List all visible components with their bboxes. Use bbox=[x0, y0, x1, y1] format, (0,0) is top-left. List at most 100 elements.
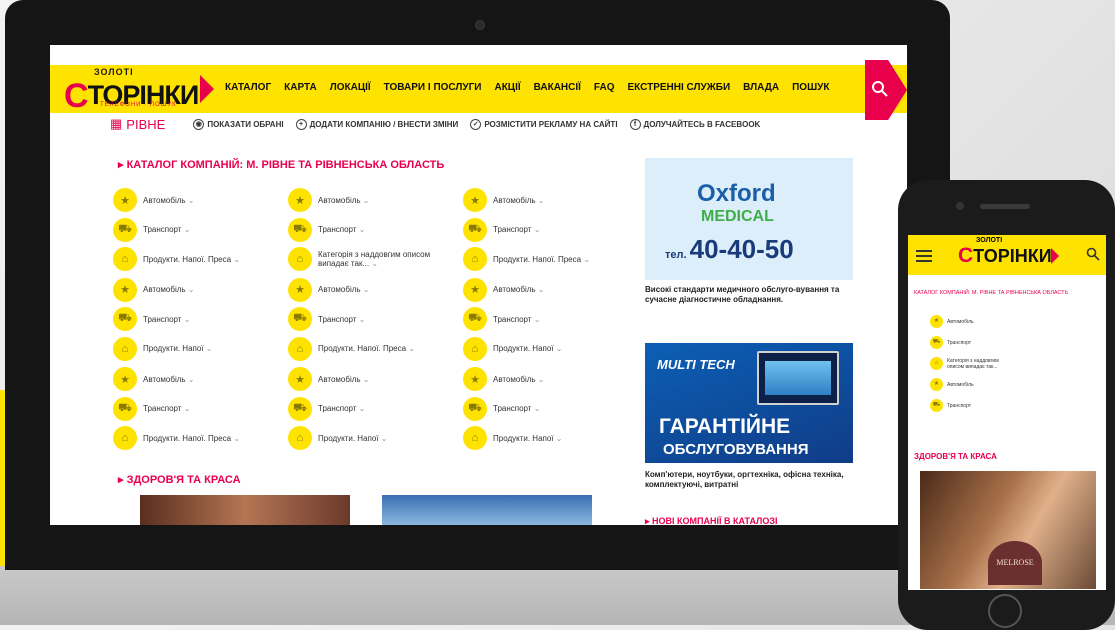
nav-government[interactable]: ВЛАДА bbox=[743, 82, 779, 93]
category-label: Продукти. Напої bbox=[318, 434, 387, 443]
ad2-line2: ОБСЛУГОВУВАННЯ bbox=[663, 441, 809, 458]
phone-category-item[interactable]: ⛟ Транспорт bbox=[930, 399, 971, 412]
hamburger-menu-icon[interactable] bbox=[916, 250, 932, 265]
nav-search[interactable]: ПОШУК bbox=[792, 82, 829, 93]
phone-category-icon: ⌂ bbox=[930, 357, 943, 370]
medical-brand: MEDICAL bbox=[701, 208, 774, 225]
category-icon: ⌂ bbox=[288, 247, 312, 271]
phone-logo[interactable]: СТОРІНКИ bbox=[958, 244, 1052, 268]
category-icon: ⌂ bbox=[463, 247, 487, 271]
computer-icon bbox=[757, 351, 839, 405]
category-item[interactable]: ⛟ Транспорт bbox=[113, 217, 190, 242]
nav-locations[interactable]: ЛОКАЦІЇ bbox=[330, 82, 371, 93]
category-icon: ⛟ bbox=[288, 396, 312, 421]
category-item[interactable]: ⛟ Транспорт bbox=[463, 396, 540, 421]
phone-logo-initial: С bbox=[958, 244, 974, 267]
category-item[interactable]: ⌂ Продукти. Напої bbox=[463, 336, 562, 361]
phone-search-icon[interactable] bbox=[1086, 247, 1100, 261]
category-icon: ★ bbox=[463, 277, 487, 302]
sub-toolbar: ▦ РІВНЕ ◉ ПОКАЗАТИ ОБРАНІ + ДОДАТИ КОМПАНІ… bbox=[110, 113, 870, 135]
nav-emergency[interactable]: ЕКСТРЕННІ СЛУЖБИ bbox=[627, 82, 730, 93]
category-item[interactable]: ★ Автомобіль bbox=[288, 188, 370, 212]
nav-faq[interactable]: FAQ bbox=[594, 82, 615, 93]
category-label: Транспорт bbox=[493, 315, 540, 324]
nav-promotions[interactable]: АКЦІЇ bbox=[494, 82, 520, 93]
ad2-caption: Комп'ютери, ноутбуки, оргтехніка, офісна… bbox=[645, 470, 844, 489]
category-label: Продукти. Напої bbox=[493, 434, 562, 443]
category-item[interactable]: ⌂ Продукти. Напої. Преса bbox=[113, 247, 240, 271]
category-item[interactable]: ⌂ Продукти. Напої bbox=[463, 426, 562, 450]
category-item[interactable]: ★ Автомобіль bbox=[463, 277, 545, 302]
health-section-title[interactable]: ЗДОРОВ'Я ТА КРАСА bbox=[118, 473, 241, 486]
phone-health-title[interactable]: ЗДОРОВ'Я ТА КРАСА bbox=[914, 452, 997, 461]
category-item[interactable]: ⌂ Продукти. Напої. Преса bbox=[113, 426, 240, 450]
category-label: Автомобіль bbox=[318, 196, 370, 205]
category-label: Транспорт bbox=[143, 225, 190, 234]
category-label: Продукти. Напої bbox=[493, 344, 562, 353]
category-icon: ⌂ bbox=[113, 336, 137, 361]
desktop-screen: ЗОЛОТІ СТОРІНКИ ТЕЛЕФОНИ · ПОШУК КАТАЛОГ… bbox=[50, 45, 907, 525]
place-ad-label: РОЗМІСТИТИ РЕКЛАМУ НА САЙТІ bbox=[484, 119, 618, 129]
category-item[interactable]: ⛟ Транспорт bbox=[288, 217, 365, 242]
place-ad-link[interactable]: ✓ РОЗМІСТИТИ РЕКЛАМУ НА САЙТІ bbox=[470, 118, 618, 130]
logo-arrow-icon bbox=[200, 75, 214, 103]
eye-icon: ◉ bbox=[193, 118, 205, 130]
main-nav: КАТАЛОГ КАРТА ЛОКАЦІЇ ТОВАРИ І ПОСЛУГИ А… bbox=[225, 82, 829, 93]
facebook-link[interactable]: f ДОЛУЧАЙТЕСЬ В FACEBOOK bbox=[629, 118, 761, 130]
category-item[interactable]: ⛟ Транспорт bbox=[113, 396, 190, 421]
phone-home-button[interactable] bbox=[988, 594, 1022, 628]
phone-logo-arrow-icon bbox=[1051, 248, 1059, 264]
nav-catalog[interactable]: КАТАЛОГ bbox=[225, 82, 271, 93]
category-item[interactable]: ★ Автомобіль bbox=[463, 188, 545, 212]
category-label: Транспорт bbox=[318, 404, 365, 413]
phone-screen: ЗОЛОТІ СТОРІНКИ КАТАЛОГ КОМПАНІЙ: М. РІВ… bbox=[908, 235, 1106, 590]
category-item[interactable]: ★ Автомобіль bbox=[113, 367, 195, 391]
category-item[interactable]: ⌂ Продукти. Напої bbox=[288, 426, 387, 450]
category-item[interactable]: ⌂ Продукти. Напої bbox=[113, 336, 212, 361]
nav-map[interactable]: КАРТА bbox=[284, 82, 317, 93]
nav-goods-services[interactable]: ТОВАРИ І ПОСЛУГИ bbox=[384, 82, 482, 93]
ad-multitech[interactable]: MULTI TECH ГАРАНТІЙНЕ ОБСЛУГОВУВАННЯ bbox=[645, 343, 853, 463]
category-item[interactable]: ⛟ Транспорт bbox=[288, 396, 365, 421]
category-item[interactable]: ★ Автомобіль bbox=[288, 277, 370, 302]
catalog-title: КАТАЛОГ КОМПАНІЙ: М. РІВНЕ ТА РІВНЕНСЬКА… bbox=[118, 158, 445, 171]
category-item[interactable]: ⌂ Категорія з наддовгим описом випадає та… bbox=[288, 247, 438, 271]
new-companies-title[interactable]: НОВІ КОМПАНІЇ В КАТАЛОЗІ bbox=[645, 516, 777, 525]
phone-category-item[interactable]: ⌂ Категорія з наддовгим описом випадає та… bbox=[930, 357, 1017, 370]
nav-vacancies[interactable]: ВАКАНСІЇ bbox=[534, 82, 581, 93]
category-item[interactable]: ⛟ Транспорт bbox=[113, 307, 190, 331]
phone-category-item[interactable]: ★ Автомобіль bbox=[930, 378, 974, 391]
melrose-badge: MELROSE bbox=[988, 541, 1042, 585]
category-item[interactable]: ★ Автомобіль bbox=[113, 188, 195, 212]
add-company-link[interactable]: + ДОДАТИ КОМПАНІЮ / ВНЕСТИ ЗМІНИ bbox=[295, 118, 458, 130]
phone-category-item[interactable]: ★ Автомобіль bbox=[930, 315, 974, 328]
oxford-brand: Oxford bbox=[697, 180, 776, 207]
phone-category-label: Транспорт bbox=[947, 339, 972, 346]
ad-oxford-medical[interactable]: Oxford MEDICAL тел. 40-40-50 bbox=[645, 158, 853, 280]
facebook-label: ДОЛУЧАЙТЕСЬ В FACEBOOK bbox=[643, 119, 761, 129]
category-label: Автомобіль bbox=[318, 375, 370, 384]
category-item[interactable]: ★ Автомобіль bbox=[463, 367, 545, 391]
health-photo-building[interactable] bbox=[382, 495, 592, 525]
logo-subtitle: ТЕЛЕФОНИ · ПОШУК bbox=[100, 102, 177, 108]
category-item[interactable]: ⌂ Продукти. Напої. Преса bbox=[288, 336, 415, 361]
health-photo-massage[interactable] bbox=[140, 495, 350, 525]
category-item[interactable]: ⛟ Транспорт bbox=[463, 217, 540, 242]
category-item[interactable]: ★ Автомобіль bbox=[288, 367, 370, 391]
logo-initial: С bbox=[64, 77, 89, 115]
category-item[interactable]: ★ Автомобіль bbox=[113, 277, 195, 302]
category-icon: ⌂ bbox=[113, 426, 137, 450]
category-icon: ⌂ bbox=[288, 426, 312, 450]
site-logo[interactable]: ЗОЛОТІ СТОРІНКИ ТЕЛЕФОНИ · ПОШУК bbox=[60, 67, 208, 115]
city-selector[interactable]: ▦ РІВНЕ bbox=[110, 116, 165, 132]
category-label: Транспорт bbox=[318, 315, 365, 324]
category-item[interactable]: ⌂ Продукти. Напої. Преса bbox=[463, 247, 590, 271]
phone-category-item[interactable]: ⛟ Транспорт bbox=[930, 336, 971, 349]
category-icon: ⛟ bbox=[463, 396, 487, 421]
category-icon: ⌂ bbox=[113, 247, 137, 271]
category-item[interactable]: ⛟ Транспорт bbox=[288, 307, 365, 331]
show-favorites-link[interactable]: ◉ ПОКАЗАТИ ОБРАНІ bbox=[193, 118, 284, 130]
category-item[interactable]: ⛟ Транспорт bbox=[463, 307, 540, 331]
phone-camera-icon bbox=[956, 202, 964, 210]
category-icon: ⛟ bbox=[463, 307, 487, 331]
